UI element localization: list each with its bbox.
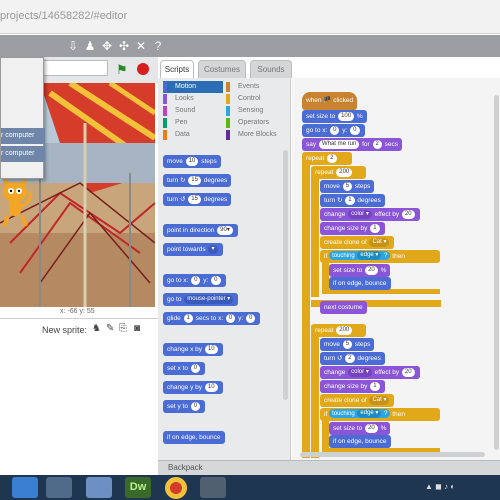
new-sprite-label: New sprite: [42, 325, 88, 335]
script-a-create-clone-block[interactable]: create clone of Cat ▾ [320, 236, 395, 249]
download-icon[interactable]: ⇩ [66, 38, 80, 54]
duplicate-icon[interactable]: ♟ [83, 38, 97, 54]
script-b-turn-block[interactable]: turn ↺ 2 degrees [320, 352, 385, 365]
cat-sprite[interactable] [0, 178, 34, 228]
category-events[interactable]: Events [226, 81, 288, 93]
url-text: projects/14658282/#editor [0, 10, 128, 22]
tab-costumes[interactable]: Costumes [198, 60, 246, 78]
script-vertical-scrollbar[interactable] [494, 95, 499, 450]
script-say-block[interactable]: say What me run for 2 secs [302, 138, 403, 151]
script-a-change-size-block[interactable]: change size by 1 [320, 222, 385, 235]
browser-address-bar[interactable]: projects/14658282/#editor [0, 0, 500, 34]
script-set-size-block[interactable]: set size to 100 % [302, 110, 367, 123]
script-repeat-a-block[interactable]: repeat 200 [311, 166, 366, 179]
script-b-set-size-block[interactable]: set size to 20 % [329, 422, 391, 435]
palette-bounce-block[interactable]: if on edge, bounce [163, 431, 225, 444]
script-a-turn-block[interactable]: turn ↻ 1 degrees [320, 194, 385, 207]
palette-turn-left-block[interactable]: turn ↺ 15 degrees [163, 193, 232, 206]
script-a-set-size-block[interactable]: set size to 20 % [329, 264, 391, 277]
upload-icon[interactable]: ⎘ [119, 323, 127, 334]
category-list-right: Events Control Sensing Operators More Bl… [226, 81, 288, 141]
palette-turn-right-block[interactable]: turn ↻ 15 degrees [163, 174, 232, 187]
palette-change-y-block[interactable]: change y by 10 [163, 381, 223, 394]
if-a-arm [322, 262, 329, 292]
start-button[interactable] [12, 477, 38, 498]
tab-scripts[interactable]: Scripts [160, 60, 194, 78]
category-looks[interactable]: Looks [163, 93, 223, 105]
backpack-bar[interactable]: Backpack [158, 460, 500, 475]
script-goto-xy-block[interactable]: go to x: 0 y: 0 [302, 124, 365, 137]
menu-item-download-to-computer[interactable]: r computer [1, 128, 45, 144]
when-flag-clicked-block[interactable]: when 🏴 clicked [302, 92, 358, 110]
repeat-b-arm [311, 331, 319, 458]
shrink-icon[interactable]: ✣ [117, 38, 131, 54]
cut-icon[interactable]: ✕ [134, 38, 148, 54]
camera-icon[interactable]: ◙ [134, 323, 140, 334]
dreamweaver-icon[interactable]: Dw [125, 477, 151, 498]
script-repeat-b-block[interactable]: repeat 200 [311, 324, 366, 337]
category-control[interactable]: Control [226, 93, 288, 105]
palette-move-block[interactable]: move 10 steps [163, 155, 221, 168]
backpack-label: Backpack [168, 463, 203, 472]
tray-icons[interactable]: ▲ ◼ ♪ ◐ [425, 482, 455, 491]
file-menu-dropdown: r computer r computer [0, 57, 45, 179]
tab-sounds[interactable]: Sounds [250, 60, 292, 78]
category-more-blocks[interactable]: More Blocks [226, 129, 288, 141]
script-b-change-size-block[interactable]: change size by 1 [320, 380, 385, 393]
palette-set-y-block[interactable]: set y to 0 [163, 400, 206, 413]
repeat-outer-arm [302, 158, 310, 458]
palette-goto-block[interactable]: go to mouse-pointer ▾ [163, 293, 239, 306]
script-b-effect-block[interactable]: change color ▾ effect by 20 [320, 366, 420, 379]
category-operators[interactable]: Operators [226, 117, 288, 129]
script-a-effect-block[interactable]: change color ▾ effect by 20 [320, 208, 420, 221]
palette-set-x-block[interactable]: set x to 0 [163, 362, 206, 375]
category-sound[interactable]: Sound [163, 105, 223, 117]
palette-point-direction-block[interactable]: point in direction 90▾ [163, 224, 238, 237]
expand-icon[interactable]: ✥ [100, 38, 114, 54]
script-a-if-block[interactable]: if touching edge ▾ ? then [320, 250, 440, 263]
script-b-if-block[interactable]: if touching edge ▾ ? then [320, 408, 440, 421]
script-b-bounce-block[interactable]: if on edge, bounce [329, 435, 391, 448]
app-circle-icon[interactable] [46, 477, 72, 498]
app-window-icon[interactable] [200, 477, 226, 498]
palette-point-towards-block[interactable]: point towards ▾ [163, 243, 223, 256]
category-list-left: Motion Looks Sound Pen Data [163, 81, 223, 141]
script-next-costume-block[interactable]: next costume [320, 301, 367, 314]
script-a-move-block[interactable]: move 5 steps [320, 180, 375, 193]
paint-icon[interactable]: ✎ [106, 323, 114, 334]
stop-icon[interactable] [137, 63, 149, 75]
category-data[interactable]: Data [163, 129, 223, 141]
menu-item-upload-from-computer[interactable]: r computer [1, 146, 45, 162]
script-horizontal-scrollbar[interactable] [300, 452, 485, 457]
sprite-library-icon[interactable]: ♞ [92, 323, 101, 334]
script-a-bounce-block[interactable]: if on edge, bounce [329, 277, 391, 290]
category-sensing[interactable]: Sensing [226, 105, 288, 117]
app-paint-icon[interactable] [86, 477, 112, 498]
help-icon[interactable]: ? [151, 38, 165, 54]
green-flag-icon[interactable]: ⚑ [116, 62, 128, 78]
category-motion[interactable]: Motion [163, 81, 223, 93]
chrome-icon[interactable] [165, 477, 187, 499]
script-repeat-outer-block[interactable]: repeat 2 [302, 152, 352, 165]
palette-scrollbar[interactable] [283, 150, 288, 400]
category-pen[interactable]: Pen [163, 117, 223, 129]
script-b-move-block[interactable]: move 5 steps [320, 338, 375, 351]
palette-change-x-block[interactable]: change x by 10 [163, 343, 223, 356]
if-b-arm [322, 420, 329, 450]
mouse-coordinates: x: -66 y: 55 [60, 308, 95, 315]
sprite-pane [0, 318, 158, 460]
script-b-create-clone-block[interactable]: create clone of Cat ▾ [320, 394, 395, 407]
palette-glide-block[interactable]: glide 1 secs to x: 0 y: 0 [163, 312, 261, 325]
palette-goto-xy-block[interactable]: go to x: 0 y: 0 [163, 274, 226, 287]
repeat-a-arm [311, 173, 319, 297]
